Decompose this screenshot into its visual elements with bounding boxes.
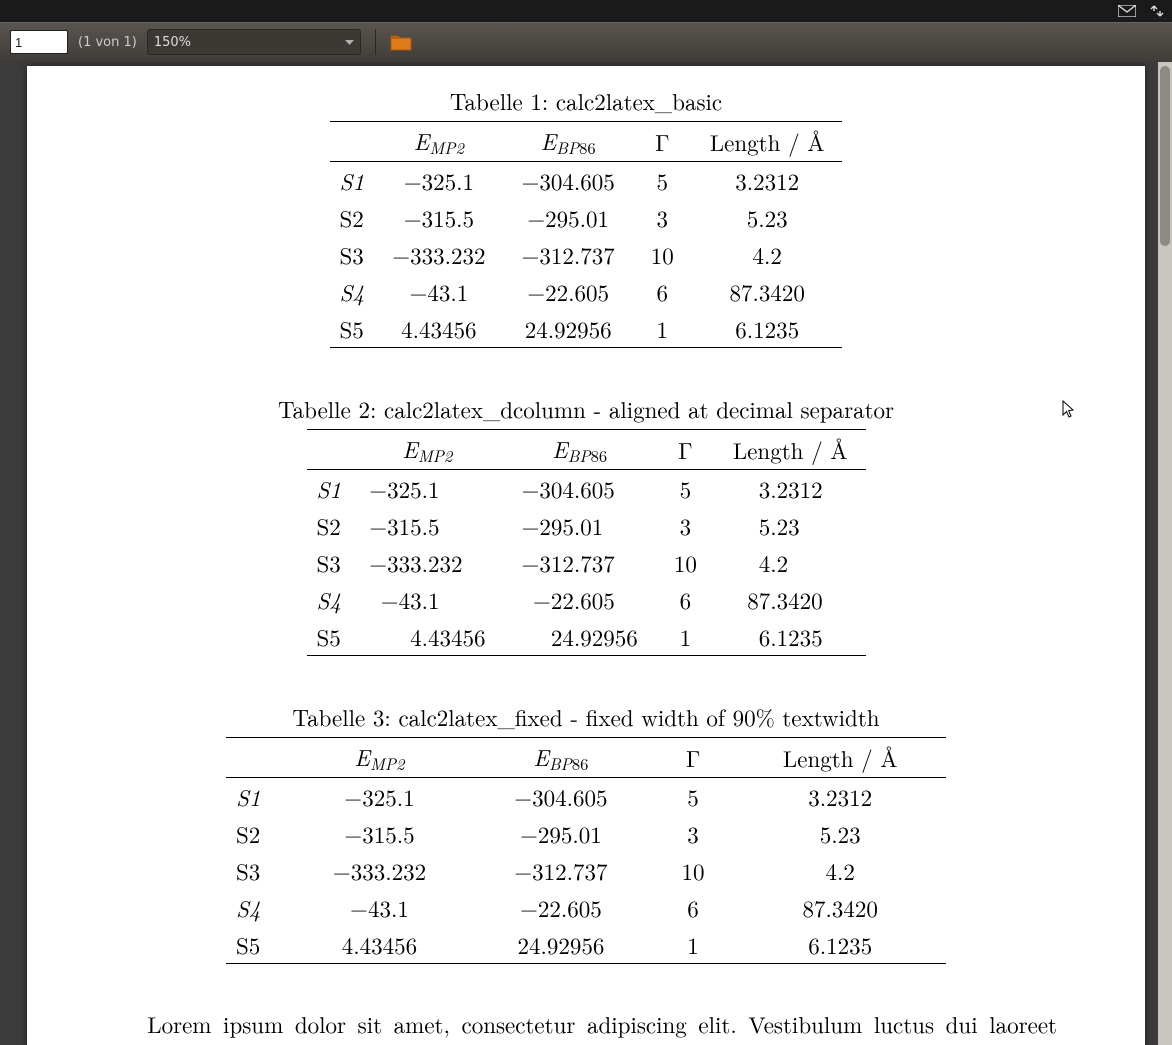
chevron-down-icon (345, 35, 354, 50)
table-1-wrap: Tabelle 1: calc2latex_basic EMP2 EBP86 Γ… (87, 84, 1085, 348)
zoom-combobox[interactable]: 150% (147, 29, 361, 55)
table-row: S4 −43.1 −22.605 6 87.3420 (307, 581, 866, 618)
table-row: S1 −325.1 −304.605 5 3.2312 (307, 470, 866, 508)
table-row: S3 −333.232 −312.737 10 4.2 (307, 544, 866, 581)
table-1-caption: Tabelle 1: calc2latex_basic (450, 84, 722, 117)
table-row: S2−315.5−295.0135.23 (226, 815, 946, 852)
body-paragraph: Lorem ipsum dolor sit amet, consectetur … (115, 1008, 1057, 1045)
pdf-toolbar: (1 von 1) 150% (0, 22, 1172, 62)
table-3: EMP2 EBP86 Γ Length / Å S1−325.1−304.605… (226, 737, 946, 964)
scrollbar-thumb[interactable] (1160, 66, 1170, 246)
page-number-input[interactable] (10, 30, 68, 54)
table-row: S1−325.1−304.60553.2312 (226, 778, 946, 816)
table-2-caption: Tabelle 2: calc2latex_dcolumn - aligned … (278, 392, 894, 425)
table-row: S3−333.232−312.737104.2 (226, 852, 946, 889)
table-2: EMP2 EBP86 Γ Length / Å S1 −325.1 −304.6… (307, 429, 866, 656)
table-1: EMP2 EBP86 Γ Length / Å S1−325.1−304.605… (330, 121, 843, 348)
vertical-scrollbar[interactable] (1158, 62, 1172, 1045)
table-row: S54.4345624.9295616.1235 (226, 926, 946, 964)
table-row: S4−43.1−22.605687.3420 (330, 273, 843, 310)
table-row: S1−325.1−304.60553.2312 (330, 162, 843, 200)
zoom-value: 150% (154, 35, 191, 50)
page-count-label: (1 von 1) (78, 35, 137, 50)
table-3-caption: Tabelle 3: calc2latex_fixed - fixed widt… (292, 700, 879, 733)
table-row: S2−315.5−295.0135.23 (330, 199, 843, 236)
mail-icon[interactable] (1118, 5, 1136, 17)
table-row: S5 4.43456 24.92956 1 6.1235 (307, 618, 866, 656)
table-3-wrap: Tabelle 3: calc2latex_fixed - fixed widt… (87, 700, 1085, 964)
system-top-bar (0, 0, 1172, 22)
table-2-wrap: Tabelle 2: calc2latex_dcolumn - aligned … (87, 392, 1085, 656)
pdf-page: Tabelle 1: calc2latex_basic EMP2 EBP86 Γ… (27, 66, 1145, 1045)
table-row: S54.4345624.9295616.1235 (330, 310, 843, 348)
open-folder-button[interactable] (390, 33, 412, 51)
table-row: S2 −315.5 −295.01 3 5.23 (307, 507, 866, 544)
document-viewport: Tabelle 1: calc2latex_basic EMP2 EBP86 Γ… (0, 62, 1172, 1045)
toolbar-separator (375, 29, 376, 55)
table-row: S3−333.232−312.737104.2 (330, 236, 843, 273)
sync-arrows-icon[interactable] (1150, 4, 1164, 18)
table-row: S4−43.1−22.605687.3420 (226, 889, 946, 926)
